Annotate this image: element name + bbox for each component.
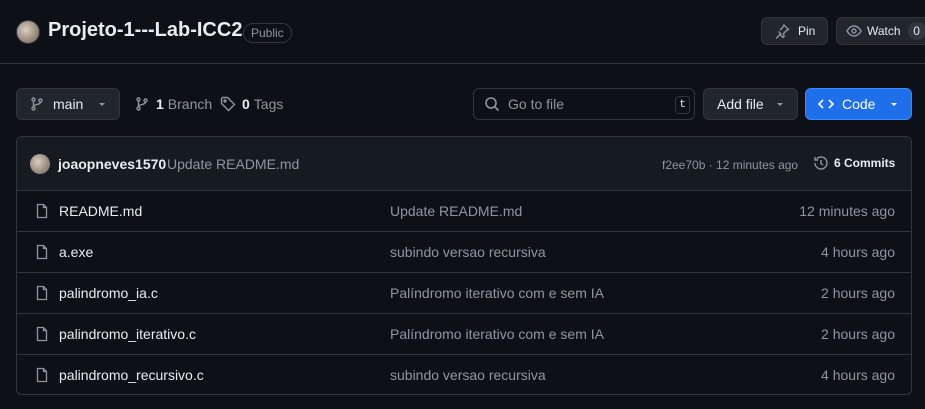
tag-count: 0 bbox=[242, 96, 250, 112]
file-row[interactable]: README.md Update README.md 12 minutes ag… bbox=[17, 191, 911, 232]
file-icon bbox=[36, 203, 48, 219]
add-file-button[interactable]: Add file bbox=[703, 88, 798, 120]
tag-label: Tags bbox=[253, 96, 284, 112]
keyboard-shortcut-hint: t bbox=[675, 96, 690, 114]
branches-link[interactable]: 1 Branch bbox=[134, 96, 212, 112]
visibility-badge: Public bbox=[243, 23, 292, 43]
add-file-label: Add file bbox=[717, 96, 764, 112]
watch-button[interactable]: Watch 0 bbox=[836, 17, 925, 45]
branch-label: Branch bbox=[167, 96, 213, 112]
file-icon bbox=[36, 367, 48, 383]
file-name[interactable]: palindromo_recursivo.c bbox=[59, 367, 204, 383]
pin-label: Pin bbox=[798, 24, 816, 38]
file-icon bbox=[36, 326, 48, 342]
commit-message[interactable]: Update README.md bbox=[167, 156, 299, 172]
file-row[interactable]: palindromo_recursivo.c subindo versao re… bbox=[17, 355, 911, 394]
file-browser: joaopneves1570 Update README.md f2ee70b … bbox=[16, 136, 912, 395]
file-commit-message[interactable]: Palíndromo iterativo com e sem IA bbox=[390, 326, 604, 342]
file-commit-message[interactable]: subindo versao recursiva bbox=[390, 244, 546, 260]
file-commit-time: 2 hours ago bbox=[821, 326, 895, 342]
branch-icon bbox=[31, 97, 43, 111]
repo-header: Projeto-1---Lab-ICC2 Public Pin Watch 0 bbox=[0, 0, 925, 64]
file-commit-time: 12 minutes ago bbox=[799, 203, 895, 219]
pin-icon bbox=[775, 24, 790, 39]
latest-commit-bar: joaopneves1570 Update README.md f2ee70b … bbox=[17, 137, 911, 191]
search-input[interactable] bbox=[508, 96, 668, 112]
file-commit-time: 4 hours ago bbox=[821, 244, 895, 260]
file-name[interactable]: palindromo_ia.c bbox=[59, 285, 158, 301]
branch-count: 1 bbox=[156, 96, 164, 112]
file-commit-time: 2 hours ago bbox=[821, 285, 895, 301]
branch-name: main bbox=[53, 96, 84, 112]
file-commit-message[interactable]: subindo versao recursiva bbox=[390, 367, 546, 383]
history-icon bbox=[814, 156, 828, 170]
file-name[interactable]: palindromo_iterativo.c bbox=[59, 326, 196, 342]
pin-button[interactable]: Pin bbox=[761, 17, 828, 45]
repo-title[interactable]: Projeto-1---Lab-ICC2 bbox=[48, 19, 242, 42]
caret-down-icon bbox=[777, 103, 783, 106]
file-row[interactable]: palindromo_iterativo.c Palíndromo iterat… bbox=[17, 314, 911, 355]
file-row[interactable]: a.exe subindo versao recursiva 4 hours a… bbox=[17, 232, 911, 273]
branch-selector[interactable]: main bbox=[16, 88, 120, 120]
commits-count-label: 6 Commits bbox=[834, 156, 896, 170]
file-icon bbox=[36, 244, 48, 260]
file-commit-time: 4 hours ago bbox=[821, 367, 895, 383]
caret-down-icon bbox=[891, 103, 897, 106]
watch-count: 0 bbox=[907, 22, 925, 40]
file-icon bbox=[36, 285, 48, 301]
commit-hash-time[interactable]: f2ee70b · 12 minutes ago bbox=[662, 158, 798, 172]
file-row[interactable]: palindromo_ia.c Palíndromo iterativo com… bbox=[17, 273, 911, 314]
owner-avatar[interactable] bbox=[16, 20, 40, 44]
code-label: Code bbox=[842, 96, 876, 112]
commits-history-link[interactable]: 6 Commits bbox=[813, 155, 895, 171]
search-icon bbox=[485, 97, 500, 112]
code-button[interactable]: Code bbox=[805, 88, 912, 120]
author-avatar[interactable] bbox=[30, 154, 50, 174]
tag-icon bbox=[220, 96, 236, 112]
code-icon bbox=[818, 99, 834, 109]
commit-author[interactable]: joaopneves1570 bbox=[58, 156, 166, 172]
go-to-file-search[interactable]: t bbox=[473, 88, 695, 120]
watch-label: Watch bbox=[867, 24, 901, 38]
eye-icon bbox=[846, 25, 862, 37]
tags-link[interactable]: 0 Tags bbox=[220, 96, 283, 112]
branch-icon bbox=[136, 97, 148, 111]
file-name[interactable]: a.exe bbox=[59, 244, 93, 260]
caret-down-icon bbox=[99, 103, 105, 106]
file-commit-message[interactable]: Update README.md bbox=[390, 203, 522, 219]
file-name[interactable]: README.md bbox=[59, 203, 142, 219]
file-commit-message[interactable]: Palíndromo iterativo com e sem IA bbox=[390, 285, 604, 301]
